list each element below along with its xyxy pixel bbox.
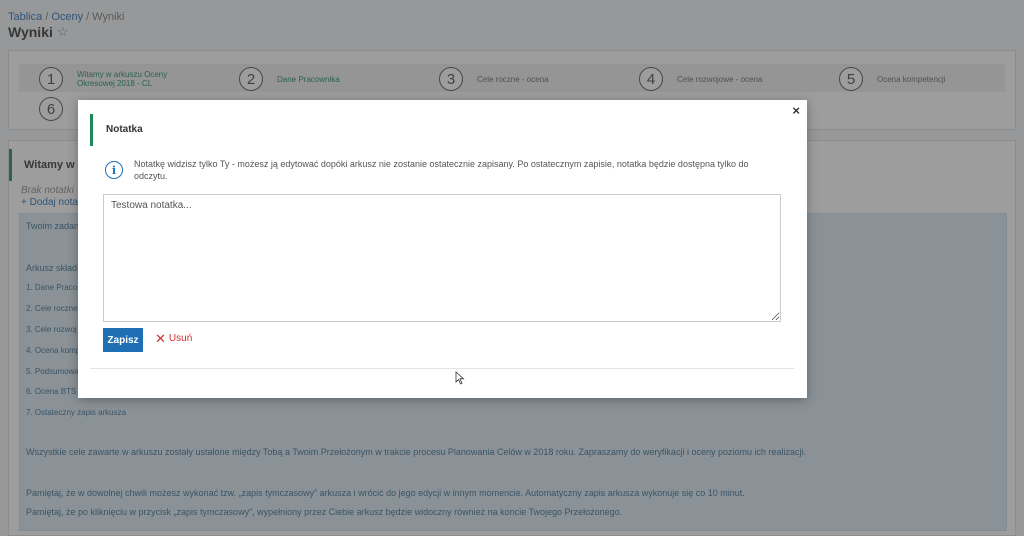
modal-info-message: i Notatkę widzisz tylko Ty - możesz ją e… xyxy=(105,158,785,182)
delete-label: Usuń xyxy=(168,333,193,344)
note-textarea[interactable] xyxy=(103,194,781,322)
close-icon[interactable]: × xyxy=(792,104,800,117)
modal-footer-divider xyxy=(90,368,794,369)
modal-title: Notatka xyxy=(90,114,143,146)
info-circle-icon: i xyxy=(105,161,123,179)
close-icon: ✕ xyxy=(155,330,166,346)
delete-button[interactable]: ✕ Usuń xyxy=(155,330,193,346)
info-text: Notatkę widzisz tylko Ty - możesz ją edy… xyxy=(134,159,749,181)
save-button[interactable]: Zapisz xyxy=(103,328,143,352)
mouse-cursor-icon xyxy=(455,371,465,385)
note-modal: × Notatka i Notatkę widzisz tylko Ty - m… xyxy=(78,100,807,398)
